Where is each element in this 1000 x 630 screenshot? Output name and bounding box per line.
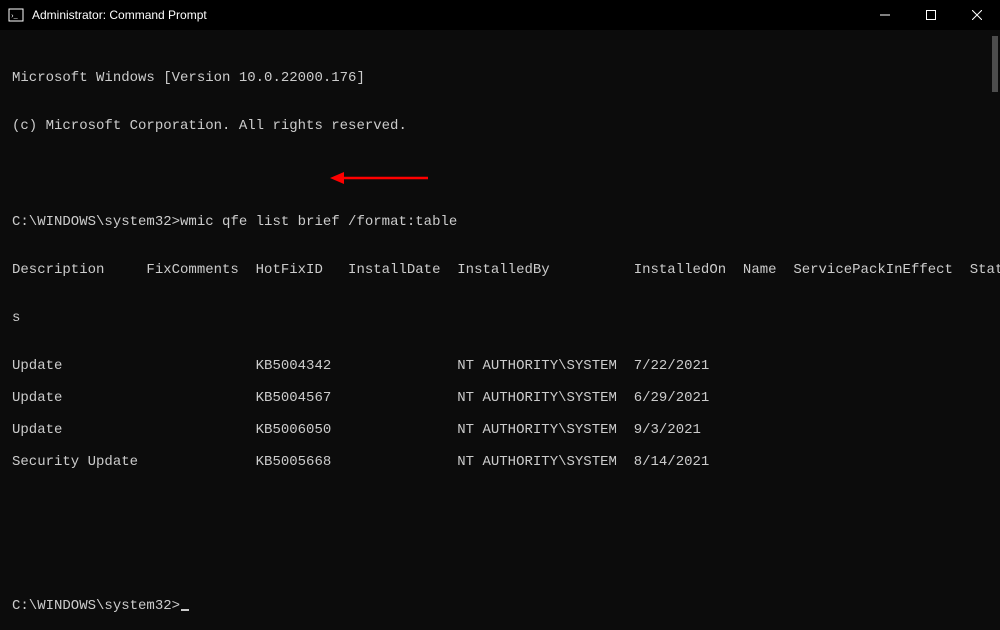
prompt-line: C:\WINDOWS\system32>wmic qfe list brief …	[12, 214, 988, 230]
minimize-button[interactable]	[862, 0, 908, 30]
copyright-line: (c) Microsoft Corporation. All rights re…	[12, 118, 988, 134]
table-header: Description FixComments HotFixID Install…	[12, 262, 988, 278]
maximize-button[interactable]	[908, 0, 954, 30]
table-row: Update KB5004342 NT AUTHORITY\SYSTEM 7/2…	[12, 358, 988, 374]
window-title: Administrator: Command Prompt	[32, 8, 862, 22]
table-row: Update KB5006050 NT AUTHORITY\SYSTEM 9/3…	[12, 422, 988, 438]
table-header-wrap: s	[12, 310, 988, 326]
titlebar[interactable]: ›_ Administrator: Command Prompt	[0, 0, 1000, 30]
cursor	[181, 609, 189, 611]
version-line: Microsoft Windows [Version 10.0.22000.17…	[12, 70, 988, 86]
table-row: Security Update KB5005668 NT AUTHORITY\S…	[12, 454, 988, 470]
prompt-path: C:\WINDOWS\system32>	[12, 598, 180, 614]
prompt-line-idle: C:\WINDOWS\system32>	[12, 598, 988, 614]
table-row: Update KB5004567 NT AUTHORITY\SYSTEM 6/2…	[12, 390, 988, 406]
cmd-icon: ›_	[8, 7, 24, 23]
terminal-output[interactable]: Microsoft Windows [Version 10.0.22000.17…	[0, 30, 1000, 630]
prompt-path: C:\WINDOWS\system32>	[12, 214, 180, 230]
command-text: wmic qfe list brief /format:table	[180, 214, 457, 230]
svg-text:›_: ›_	[11, 11, 19, 20]
close-button[interactable]	[954, 0, 1000, 30]
scrollbar-thumb[interactable]	[992, 36, 998, 92]
window-controls	[862, 0, 1000, 30]
